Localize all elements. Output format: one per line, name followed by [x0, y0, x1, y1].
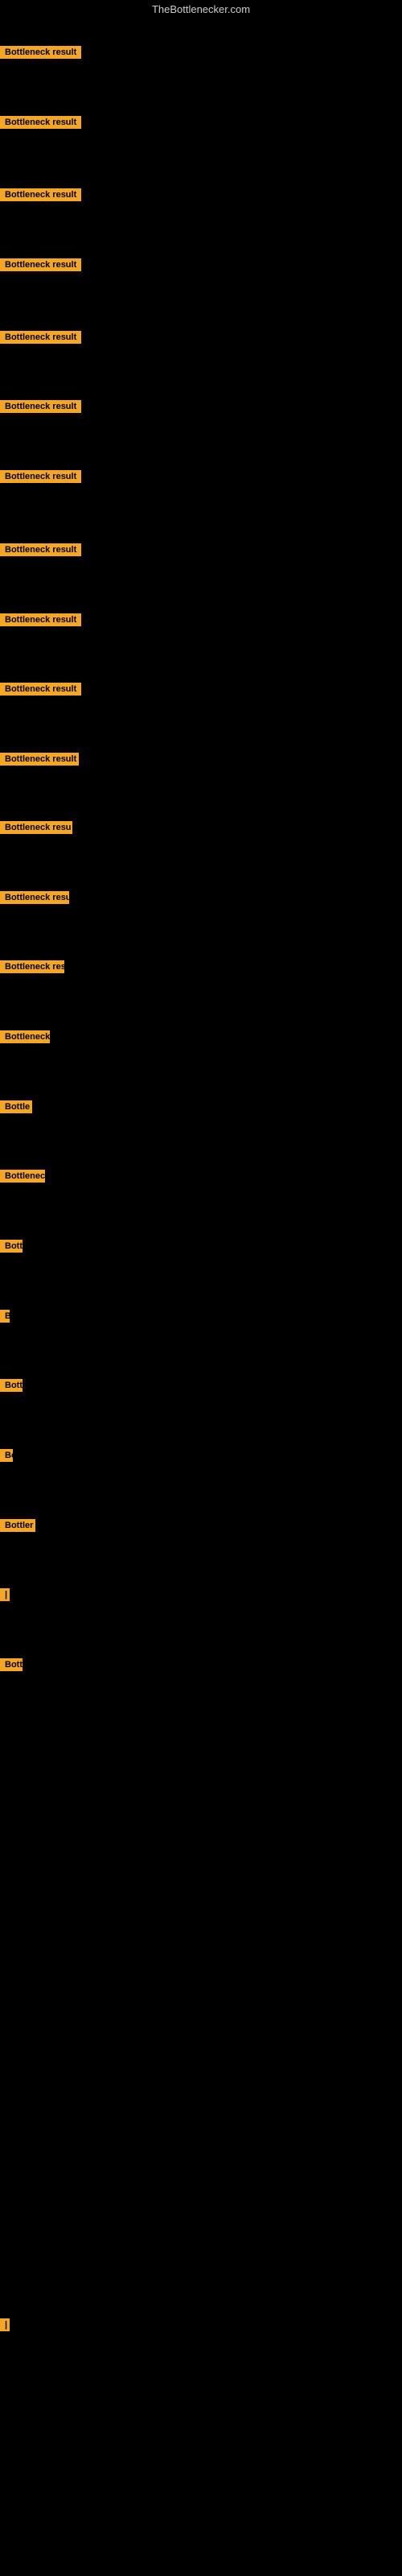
bottleneck-result-badge: Bottleneck result [0, 258, 81, 271]
bottleneck-result-badge: Bottleneck [0, 1030, 50, 1043]
bottleneck-result-badge: Bottleneck result [0, 470, 81, 483]
bottleneck-badge-row: Bottleneck result [0, 543, 81, 560]
bottleneck-result-badge: | [0, 1588, 10, 1601]
bottleneck-result-badge: Bottleneck result [0, 613, 81, 626]
bottleneck-result-badge: Bottleneck result [0, 188, 81, 201]
bottleneck-badge-row: Bottleneck result [0, 613, 81, 630]
bottleneck-result-badge: Bottleneck resu [0, 891, 69, 904]
bottleneck-badge-row: Bottlenec [0, 1170, 45, 1187]
bottleneck-badge-row: | [0, 2318, 5, 2335]
bottleneck-badge-row: Bottler [0, 1519, 35, 1536]
bottleneck-badge-row: Bottleneck result [0, 753, 79, 770]
bottleneck-result-badge: Bottleneck resu [0, 821, 72, 834]
bottleneck-result-badge: B [0, 1310, 10, 1323]
bottleneck-badge-row: Bottleneck result [0, 116, 81, 133]
bottleneck-result-badge: Bottleneck result [0, 683, 81, 696]
bottleneck-result-badge: Bottleneck resu [0, 960, 64, 973]
bottleneck-badge-row: Bottleneck result [0, 188, 81, 205]
bottleneck-badge-row: Bottleneck result [0, 400, 81, 417]
bottleneck-badge-row: Bott [0, 1240, 23, 1257]
bottleneck-result-badge: Bott [0, 1379, 23, 1392]
bottleneck-result-badge: Bottler [0, 1519, 35, 1532]
bottleneck-result-badge: Bottleneck result [0, 753, 79, 766]
bottleneck-result-badge: Bottleneck result [0, 400, 81, 413]
bottleneck-badge-row: Bo [0, 1449, 13, 1466]
bottleneck-result-badge: Bottleneck result [0, 116, 81, 129]
bottleneck-result-badge: Bottlenec [0, 1170, 45, 1183]
bottleneck-badge-row: Bottleneck result [0, 258, 81, 275]
site-title: TheBottlenecker.com [0, 0, 402, 19]
bottleneck-result-badge: Bott [0, 1240, 23, 1253]
bottleneck-badge-row: Bottleneck result [0, 470, 81, 487]
bottleneck-result-badge: Bott [0, 1658, 23, 1671]
bottleneck-badge-row: B [0, 1310, 8, 1327]
bottleneck-result-badge: Bottleneck result [0, 46, 81, 59]
bottleneck-badge-row: Bottleneck resu [0, 821, 72, 838]
bottleneck-result-badge: Bottleneck result [0, 331, 81, 344]
bottleneck-badge-row: Bottleneck resu [0, 891, 69, 908]
bottleneck-badge-row: Bottleneck result [0, 331, 81, 348]
bottleneck-result-badge: | [0, 2318, 10, 2331]
bottleneck-badge-row: Bott [0, 1658, 23, 1675]
bottleneck-result-badge: Bottle [0, 1100, 32, 1113]
bottleneck-badge-row: Bottleneck resu [0, 960, 64, 977]
bottleneck-result-badge: Bo [0, 1449, 13, 1462]
bottleneck-badge-row: Bottle [0, 1100, 32, 1117]
bottleneck-badge-row: Bottleneck result [0, 683, 81, 700]
bottleneck-badge-row: | [0, 1588, 5, 1605]
bottleneck-badge-row: Bott [0, 1379, 23, 1396]
bottleneck-badge-row: Bottleneck result [0, 46, 81, 63]
bottleneck-result-badge: Bottleneck result [0, 543, 81, 556]
bottleneck-badge-row: Bottleneck [0, 1030, 50, 1047]
